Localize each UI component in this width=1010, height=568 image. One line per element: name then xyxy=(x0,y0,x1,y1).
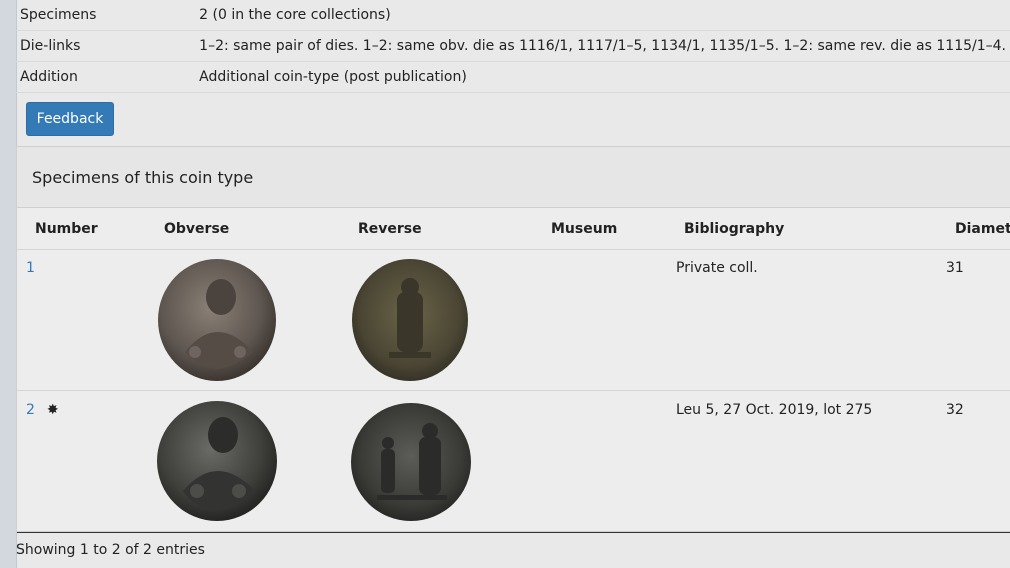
feedback-button[interactable]: Feedback xyxy=(26,102,114,136)
left-rail xyxy=(0,0,17,568)
specimen-number-cell: 2 ✸ xyxy=(26,402,59,418)
info-key: Addition xyxy=(16,61,196,93)
column-header-bibliography[interactable]: Bibliography xyxy=(684,221,784,237)
obverse-coin-image[interactable] xyxy=(155,257,279,383)
header-divider xyxy=(17,249,1010,250)
bibliography-cell: Leu 5, 27 Oct. 2019, lot 275 xyxy=(676,402,873,418)
reverse-coin-image[interactable] xyxy=(349,401,473,523)
info-row-addition: Addition Additional coin-type (post publ… xyxy=(16,61,1010,93)
specimen-number-link[interactable]: 2 xyxy=(26,402,35,418)
info-key: Specimens xyxy=(16,0,196,31)
reverse-coin-image[interactable] xyxy=(349,257,471,383)
info-row-die-links: Die-links 1–2: same pair of dies. 1–2: s… xyxy=(16,30,1010,62)
column-header-obverse[interactable]: Obverse xyxy=(164,221,229,237)
info-value: 2 (0 in the core collections) xyxy=(195,0,1010,31)
diameter-cell: 32 xyxy=(946,402,964,418)
table-info-text: Showing 1 to 2 of 2 entries xyxy=(16,542,205,558)
column-header-reverse[interactable]: Reverse xyxy=(358,221,422,237)
type-info-table: Specimens 2 (0 in the core collections) … xyxy=(16,0,1010,93)
page: Specimens 2 (0 in the core collections) … xyxy=(16,0,1010,568)
row-divider xyxy=(17,390,1010,391)
info-row-specimens: Specimens 2 (0 in the core collections) xyxy=(16,0,1010,31)
specimens-panel: Specimens of this coin type Number Obver… xyxy=(16,146,1010,533)
column-header-number[interactable]: Number xyxy=(35,221,98,237)
core-collection-star-icon: ✸ xyxy=(46,402,59,418)
specimen-number-link[interactable]: 1 xyxy=(26,260,35,276)
info-key: Die-links xyxy=(16,30,196,62)
diameter-cell: 31 xyxy=(946,260,964,276)
specimen-number-cell: 1 xyxy=(26,260,35,276)
column-header-diameter[interactable]: Diamete xyxy=(955,221,1010,237)
column-header-museum[interactable]: Museum xyxy=(551,221,617,237)
info-value: 1–2: same pair of dies. 1–2: same obv. d… xyxy=(195,30,1010,62)
bibliography-cell: Private coll. xyxy=(676,260,758,276)
obverse-coin-image[interactable] xyxy=(155,399,279,523)
table-bottom-border xyxy=(17,532,1010,533)
info-value: Additional coin-type (post publication) xyxy=(195,61,1010,93)
panel-title: Specimens of this coin type xyxy=(17,147,1010,208)
